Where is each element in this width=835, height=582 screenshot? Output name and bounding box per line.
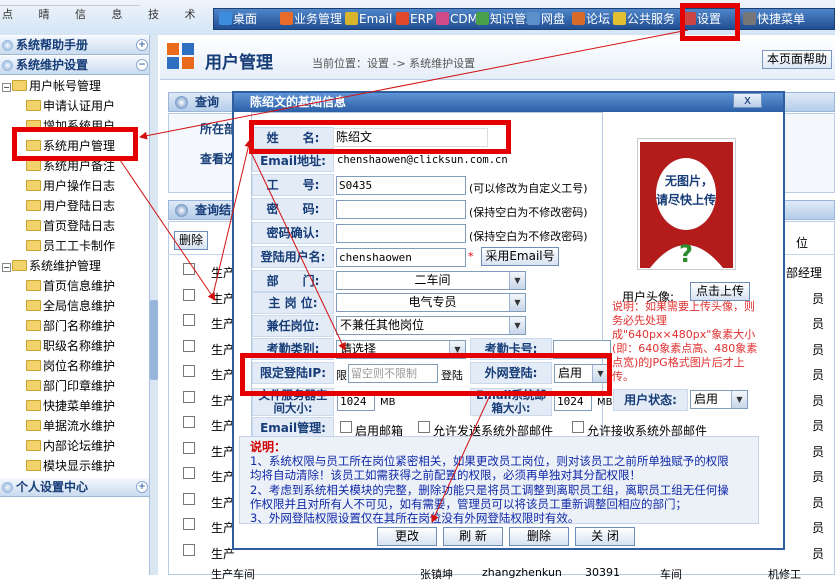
annotation-arrows (119, 29, 689, 523)
